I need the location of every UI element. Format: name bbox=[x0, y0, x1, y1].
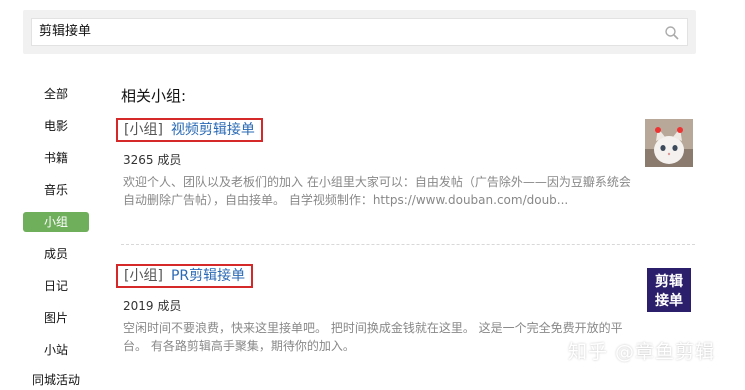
search-input-value: 剪辑接单 bbox=[39, 24, 92, 39]
member-count: 3265 成员 bbox=[123, 153, 182, 167]
search-input[interactable]: 剪辑接单 bbox=[31, 18, 688, 46]
avatar-text-2: 接单 bbox=[655, 292, 683, 309]
sidebar-item-site[interactable]: 小站 bbox=[23, 340, 89, 360]
watermark: 知乎 @章鱼剪辑 bbox=[568, 341, 716, 363]
search-bar: 剪辑接单 bbox=[23, 10, 696, 54]
member-count: 2019 成员 bbox=[123, 299, 182, 313]
group-name-link[interactable]: PR剪辑接单 bbox=[171, 268, 245, 284]
group-description: 欢迎个人、团队以及老板们的加入 在小组里大家可以：自由发帖（广告除外——因为豆瓣… bbox=[123, 175, 631, 207]
sidebar-item-group[interactable]: 小组 bbox=[23, 212, 89, 232]
list-item: [小组] 视频剪辑接单 3265 成员 欢迎个人、团队以及老板们的加入 在小组里大… bbox=[116, 118, 695, 238]
result-tag: [小组] bbox=[124, 268, 163, 284]
result-title: [小组] PR剪辑接单 bbox=[116, 264, 254, 288]
sidebar-item-all[interactable]: 全部 bbox=[23, 84, 89, 104]
search-icon[interactable] bbox=[664, 25, 680, 41]
divider bbox=[121, 244, 695, 245]
avatar-text-1: 剪辑 bbox=[655, 273, 683, 290]
sidebar-item-diary[interactable]: 日记 bbox=[23, 276, 89, 296]
group-avatar[interactable] bbox=[645, 119, 693, 167]
sidebar-item-movie[interactable]: 电影 bbox=[23, 116, 89, 136]
result-title: [小组] 视频剪辑接单 bbox=[116, 118, 263, 142]
sidebar-item-member[interactable]: 成员 bbox=[23, 244, 89, 264]
sidebar-item-photo[interactable]: 图片 bbox=[23, 308, 89, 328]
group-name-link[interactable]: 视频剪辑接单 bbox=[171, 122, 255, 138]
group-description: 空闲时间不要浪费，快来这里接单吧。 把时间换成金钱就在这里。 这是一个完全免费开… bbox=[123, 321, 623, 353]
section-heading: 相关小组: bbox=[121, 87, 187, 105]
group-avatar[interactable]: 剪辑 接单 bbox=[645, 266, 693, 314]
result-tag: [小组] bbox=[124, 122, 163, 138]
sidebar-item-music[interactable]: 音乐 bbox=[23, 180, 89, 200]
sidebar-item-event[interactable]: 同城活动 bbox=[23, 370, 89, 390]
sidebar-item-book[interactable]: 书籍 bbox=[23, 148, 89, 168]
